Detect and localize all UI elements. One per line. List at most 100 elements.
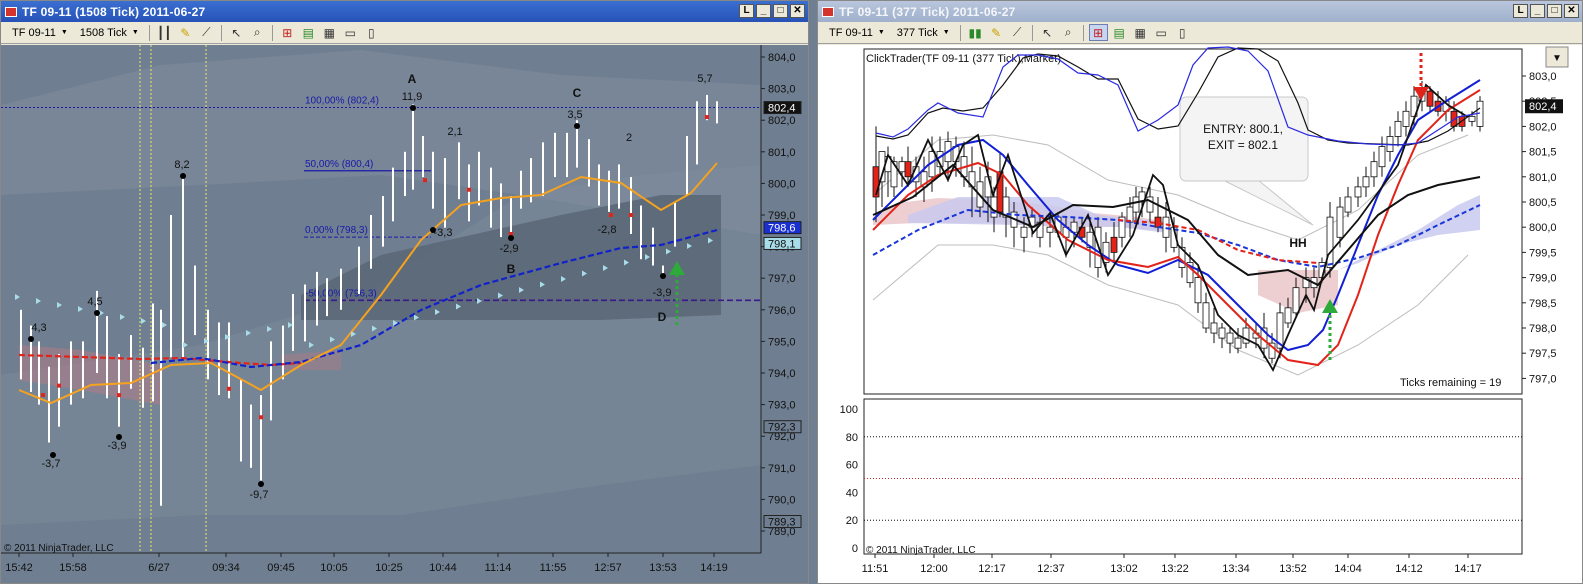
candle-body [1362,176,1370,188]
toolbar-divider [271,24,273,41]
strategy-icon[interactable]: ▦ [320,24,339,41]
time-tick-label: 10:44 [429,562,457,574]
properties-icon[interactable]: ▭ [341,24,360,41]
chart-window-icon [822,6,834,17]
time-tick-label: 13:53 [649,562,677,574]
toolbar-divider [1031,24,1033,41]
fib-label: 0,00% (798,3) [305,225,368,236]
link-button[interactable]: L [739,4,754,18]
period-label: 1508 Tick [79,26,127,39]
candle-body [904,161,912,178]
period-selector[interactable]: 377 Tick ▼ [892,24,955,41]
maximize-icon[interactable]: □ [1547,4,1562,18]
price-tick-label: 794,0 [768,368,796,380]
zoom-icon[interactable]: ⌕ [248,24,267,41]
candle-body [1336,206,1344,238]
swing-label: 4,3 [31,322,46,334]
pattern-label-b: B [507,262,516,276]
pencil-icon[interactable]: ✎ [987,24,1006,41]
close-icon[interactable]: ✕ [790,4,805,18]
pencil-icon[interactable]: ✎ [176,24,195,41]
time-tick-label: 15:42 [5,562,33,574]
data-box-icon[interactable]: ▯ [1173,24,1192,41]
indicator-icon[interactable]: ▤ [299,24,318,41]
link-button[interactable]: L [1513,4,1528,18]
swing-point [94,310,100,316]
candle-body [1110,236,1118,253]
osc-tick-label: 60 [846,460,858,472]
chevron-down-icon: ▼ [877,29,885,36]
time-tick-label: 11:51 [862,563,889,575]
candle-body [1378,146,1386,168]
price-tick-label: 799,0 [1529,273,1557,285]
properties-icon[interactable]: ▭ [1152,24,1171,41]
swing-point [508,235,514,241]
time-tick-label: 09:45 [267,562,295,574]
left-title-bar[interactable]: TF 09-11 (1508 Tick) 2011-06-27 L _ □ ✕ [1,1,808,22]
candle-body [1226,332,1234,344]
cursor-icon[interactable]: ↖ [227,24,246,41]
osc-tick-label: 40 [846,487,858,499]
swing-label: -2,8 [598,224,617,236]
swing-label: 5,7 [697,73,712,85]
left-price-chart[interactable]: 804,0803,0802,0801,0800,0799,0798,0797,0… [1,45,808,583]
candle-body [1194,277,1202,304]
time-tick-label: 13:22 [1161,563,1189,575]
swing-label: 4,5 [87,296,102,308]
zoom-icon[interactable]: ⌕ [1059,24,1078,41]
right-price-chart[interactable]: ClickTrader(TF 09-11 (377 Tick),Market) ▼… [818,45,1582,583]
swing-label: 3,5 [567,109,582,121]
order-icon[interactable]: ⊞ [278,24,297,41]
time-tick-label: 10:05 [320,562,348,574]
maximize-icon[interactable]: □ [773,4,788,18]
pattern-label-c: C [573,86,582,100]
instrument-selector[interactable]: TF 09-11 ▼ [824,24,890,41]
chevron-down-icon: ▼ [131,29,139,36]
swing-label: 8,2 [174,159,189,171]
bar-style-icon[interactable]: ┃┃ [155,24,174,41]
cursor-icon[interactable]: ↖ [1038,24,1057,41]
candle-body [1344,196,1352,213]
time-tick-label: 12:37 [1037,563,1065,575]
period-selector[interactable]: 1508 Tick ▼ [75,24,144,41]
pattern-label-a: A [408,72,417,86]
candle-body [1210,322,1218,334]
time-tick-label: 12:57 [594,562,622,574]
time-tick-label: 6/27 [148,562,169,574]
close-icon[interactable]: ✕ [1564,4,1579,18]
draw-tools-icon[interactable]: ⟋ [1008,24,1027,41]
bar-marker [423,178,427,183]
left-toolbar: TF 09-11 ▼ 1508 Tick ▼ ┃┃ ✎ ⟋ ↖ ⌕ ⊞ ▤ ▦ ▭ … [1,22,808,44]
swing-point [660,273,666,279]
price-tick-label: 798,0 [1529,323,1557,335]
time-tick-label: 09:34 [212,562,240,574]
copyright-text: © 2011 NinjaTrader, LLC [866,545,976,556]
candlestick-icon[interactable]: ▮▮ [966,24,985,41]
candle-body [1020,226,1028,238]
minimize-icon[interactable]: _ [756,4,771,18]
chevron-down-icon: ▼ [60,29,68,36]
strategy-icon[interactable]: ▦ [1131,24,1150,41]
order-icon[interactable]: ⊞ [1088,24,1108,41]
period-label: 377 Tick [896,26,938,39]
price-box-label: 802,4 [1529,101,1557,113]
price-tick-label: 803,0 [1529,71,1557,83]
bar-marker [227,386,231,391]
draw-tools-icon[interactable]: ⟋ [197,24,216,41]
indicator-icon[interactable]: ▤ [1110,24,1129,41]
right-title-bar[interactable]: TF 09-11 (377 Tick) 2011-06-27 L _ □ ✕ [818,1,1582,22]
price-tick-label: 790,0 [768,494,796,506]
time-tick-label: 10:25 [375,562,403,574]
ticks-remaining: Ticks remaining = 19 [1400,377,1501,389]
candle-body [1046,226,1054,233]
instrument-selector[interactable]: TF 09-11 ▼ [7,24,73,41]
time-tick-label: 15:58 [59,562,87,574]
swing-label: -9,7 [250,489,269,501]
time-tick-label: 12:17 [978,563,1006,575]
price-box-label: 789,3 [768,517,796,529]
time-tick-label: 14:12 [1395,563,1423,575]
data-box-icon[interactable]: ▯ [362,24,381,41]
swing-label: -3,7 [42,458,61,470]
time-tick-label: 14:04 [1334,563,1362,575]
minimize-icon[interactable]: _ [1530,4,1545,18]
